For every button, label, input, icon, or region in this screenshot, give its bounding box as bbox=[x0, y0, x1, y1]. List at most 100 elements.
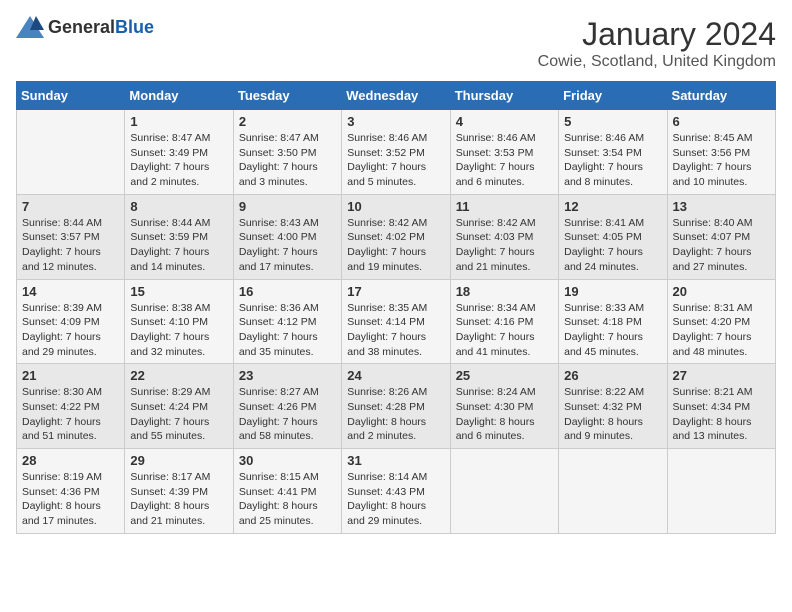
day-info: Sunrise: 8:43 AMSunset: 4:00 PMDaylight:… bbox=[239, 216, 336, 275]
calendar-cell: 12 Sunrise: 8:41 AMSunset: 4:05 PMDayligh… bbox=[559, 194, 667, 279]
day-info: Sunrise: 8:26 AMSunset: 4:28 PMDaylight:… bbox=[347, 385, 444, 444]
month-title: January 2024 bbox=[538, 16, 776, 53]
day-number: 17 bbox=[347, 284, 444, 299]
calendar-cell: 10Sunrise: 8:42 AMSunset: 4:02 PMDayligh… bbox=[342, 194, 450, 279]
day-number: 29 bbox=[130, 453, 227, 468]
calendar-cell: 3 Sunrise: 8:46 AMSunset: 3:52 PMDaylight… bbox=[342, 110, 450, 195]
day-number: 26 bbox=[564, 368, 661, 383]
calendar-cell: 15Sunrise: 8:38 AMSunset: 4:10 PMDayligh… bbox=[125, 279, 233, 364]
calendar-cell: 13 Sunrise: 8:40 AMSunset: 4:07 PMDayligh… bbox=[667, 194, 775, 279]
calendar-week-3: 14Sunrise: 8:39 AMSunset: 4:09 PMDayligh… bbox=[17, 279, 776, 364]
day-number: 30 bbox=[239, 453, 336, 468]
day-number: 27 bbox=[673, 368, 770, 383]
day-info: Sunrise: 8:42 AMSunset: 4:03 PMDaylight:… bbox=[456, 216, 553, 275]
day-number: 6 bbox=[673, 114, 770, 129]
calendar-cell: 31 Sunrise: 8:14 AMSunset: 4:43 PMDayligh… bbox=[342, 449, 450, 534]
day-info: Sunrise: 8:29 AMSunset: 4:24 PMDaylight:… bbox=[130, 385, 227, 444]
title-area: January 2024 Cowie, Scotland, United Kin… bbox=[538, 16, 776, 71]
calendar-table: SundayMondayTuesdayWednesdayThursdayFrid… bbox=[16, 81, 776, 534]
day-number: 1 bbox=[130, 114, 227, 129]
day-info: Sunrise: 8:22 AMSunset: 4:32 PMDaylight:… bbox=[564, 385, 661, 444]
day-number: 28 bbox=[22, 453, 119, 468]
calendar-cell: 17 Sunrise: 8:35 AMSunset: 4:14 PMDayligh… bbox=[342, 279, 450, 364]
day-info: Sunrise: 8:30 AMSunset: 4:22 PMDaylight:… bbox=[22, 385, 119, 444]
calendar-cell: 11Sunrise: 8:42 AMSunset: 4:03 PMDayligh… bbox=[450, 194, 558, 279]
day-info: Sunrise: 8:21 AMSunset: 4:34 PMDaylight:… bbox=[673, 385, 770, 444]
day-info: Sunrise: 8:45 AMSunset: 3:56 PMDaylight:… bbox=[673, 131, 770, 190]
day-number: 12 bbox=[564, 199, 661, 214]
day-info: Sunrise: 8:14 AMSunset: 4:43 PMDaylight:… bbox=[347, 470, 444, 529]
calendar-cell: 1Sunrise: 8:47 AMSunset: 3:49 PMDaylight… bbox=[125, 110, 233, 195]
day-number: 14 bbox=[22, 284, 119, 299]
day-info: Sunrise: 8:31 AMSunset: 4:20 PMDaylight:… bbox=[673, 301, 770, 360]
day-info: Sunrise: 8:47 AMSunset: 3:50 PMDaylight:… bbox=[239, 131, 336, 190]
calendar-cell bbox=[559, 449, 667, 534]
header-cell-sunday: Sunday bbox=[17, 82, 125, 110]
calendar-cell: 24 Sunrise: 8:26 AMSunset: 4:28 PMDayligh… bbox=[342, 364, 450, 449]
calendar-cell: 2Sunrise: 8:47 AMSunset: 3:50 PMDaylight… bbox=[233, 110, 341, 195]
location-title: Cowie, Scotland, United Kingdom bbox=[538, 53, 776, 71]
day-number: 9 bbox=[239, 199, 336, 214]
logo: GeneralBlue bbox=[16, 16, 154, 38]
day-number: 7 bbox=[22, 199, 119, 214]
logo-icon bbox=[16, 16, 44, 38]
day-info: Sunrise: 8:40 AMSunset: 4:07 PMDaylight:… bbox=[673, 216, 770, 275]
day-number: 21 bbox=[22, 368, 119, 383]
header-cell-monday: Monday bbox=[125, 82, 233, 110]
day-number: 13 bbox=[673, 199, 770, 214]
day-info: Sunrise: 8:46 AMSunset: 3:53 PMDaylight:… bbox=[456, 131, 553, 190]
calendar-header: SundayMondayTuesdayWednesdayThursdayFrid… bbox=[17, 82, 776, 110]
day-number: 16 bbox=[239, 284, 336, 299]
day-number: 22 bbox=[130, 368, 227, 383]
calendar-cell: 25 Sunrise: 8:24 AMSunset: 4:30 PMDayligh… bbox=[450, 364, 558, 449]
day-number: 19 bbox=[564, 284, 661, 299]
header-row: SundayMondayTuesdayWednesdayThursdayFrid… bbox=[17, 82, 776, 110]
calendar-cell: 6 Sunrise: 8:45 AMSunset: 3:56 PMDaylight… bbox=[667, 110, 775, 195]
day-number: 3 bbox=[347, 114, 444, 129]
calendar-cell bbox=[667, 449, 775, 534]
day-number: 31 bbox=[347, 453, 444, 468]
day-info: Sunrise: 8:44 AMSunset: 3:57 PMDaylight:… bbox=[22, 216, 119, 275]
day-number: 18 bbox=[456, 284, 553, 299]
calendar-cell: 7 Sunrise: 8:44 AMSunset: 3:57 PMDaylight… bbox=[17, 194, 125, 279]
logo-text: GeneralBlue bbox=[48, 17, 154, 38]
day-number: 20 bbox=[673, 284, 770, 299]
calendar-cell bbox=[17, 110, 125, 195]
calendar-cell: 8Sunrise: 8:44 AMSunset: 3:59 PMDaylight… bbox=[125, 194, 233, 279]
calendar-cell: 22 Sunrise: 8:29 AMSunset: 4:24 PMDayligh… bbox=[125, 364, 233, 449]
day-info: Sunrise: 8:27 AMSunset: 4:26 PMDaylight:… bbox=[239, 385, 336, 444]
calendar-cell: 28 Sunrise: 8:19 AMSunset: 4:36 PMDayligh… bbox=[17, 449, 125, 534]
calendar-cell: 14Sunrise: 8:39 AMSunset: 4:09 PMDayligh… bbox=[17, 279, 125, 364]
day-info: Sunrise: 8:44 AMSunset: 3:59 PMDaylight:… bbox=[130, 216, 227, 275]
header-cell-thursday: Thursday bbox=[450, 82, 558, 110]
calendar-cell: 30 Sunrise: 8:15 AMSunset: 4:41 PMDayligh… bbox=[233, 449, 341, 534]
day-number: 23 bbox=[239, 368, 336, 383]
day-info: Sunrise: 8:36 AMSunset: 4:12 PMDaylight:… bbox=[239, 301, 336, 360]
calendar-cell: 21 Sunrise: 8:30 AMSunset: 4:22 PMDayligh… bbox=[17, 364, 125, 449]
calendar-week-2: 7 Sunrise: 8:44 AMSunset: 3:57 PMDaylight… bbox=[17, 194, 776, 279]
day-info: Sunrise: 8:24 AMSunset: 4:30 PMDaylight:… bbox=[456, 385, 553, 444]
day-info: Sunrise: 8:15 AMSunset: 4:41 PMDaylight:… bbox=[239, 470, 336, 529]
header-cell-wednesday: Wednesday bbox=[342, 82, 450, 110]
day-info: Sunrise: 8:46 AMSunset: 3:54 PMDaylight:… bbox=[564, 131, 661, 190]
day-info: Sunrise: 8:41 AMSunset: 4:05 PMDaylight:… bbox=[564, 216, 661, 275]
header-cell-tuesday: Tuesday bbox=[233, 82, 341, 110]
calendar-cell: 4 Sunrise: 8:46 AMSunset: 3:53 PMDaylight… bbox=[450, 110, 558, 195]
calendar-cell: 9 Sunrise: 8:43 AMSunset: 4:00 PMDaylight… bbox=[233, 194, 341, 279]
calendar-cell bbox=[450, 449, 558, 534]
day-number: 4 bbox=[456, 114, 553, 129]
day-info: Sunrise: 8:35 AMSunset: 4:14 PMDaylight:… bbox=[347, 301, 444, 360]
day-number: 24 bbox=[347, 368, 444, 383]
day-number: 5 bbox=[564, 114, 661, 129]
day-info: Sunrise: 8:46 AMSunset: 3:52 PMDaylight:… bbox=[347, 131, 444, 190]
day-number: 10 bbox=[347, 199, 444, 214]
day-info: Sunrise: 8:33 AMSunset: 4:18 PMDaylight:… bbox=[564, 301, 661, 360]
day-info: Sunrise: 8:19 AMSunset: 4:36 PMDaylight:… bbox=[22, 470, 119, 529]
logo-general: General bbox=[48, 17, 115, 37]
calendar-week-1: 1Sunrise: 8:47 AMSunset: 3:49 PMDaylight… bbox=[17, 110, 776, 195]
day-info: Sunrise: 8:38 AMSunset: 4:10 PMDaylight:… bbox=[130, 301, 227, 360]
calendar-week-5: 28 Sunrise: 8:19 AMSunset: 4:36 PMDayligh… bbox=[17, 449, 776, 534]
day-number: 25 bbox=[456, 368, 553, 383]
calendar-body: 1Sunrise: 8:47 AMSunset: 3:49 PMDaylight… bbox=[17, 110, 776, 534]
calendar-week-4: 21 Sunrise: 8:30 AMSunset: 4:22 PMDayligh… bbox=[17, 364, 776, 449]
